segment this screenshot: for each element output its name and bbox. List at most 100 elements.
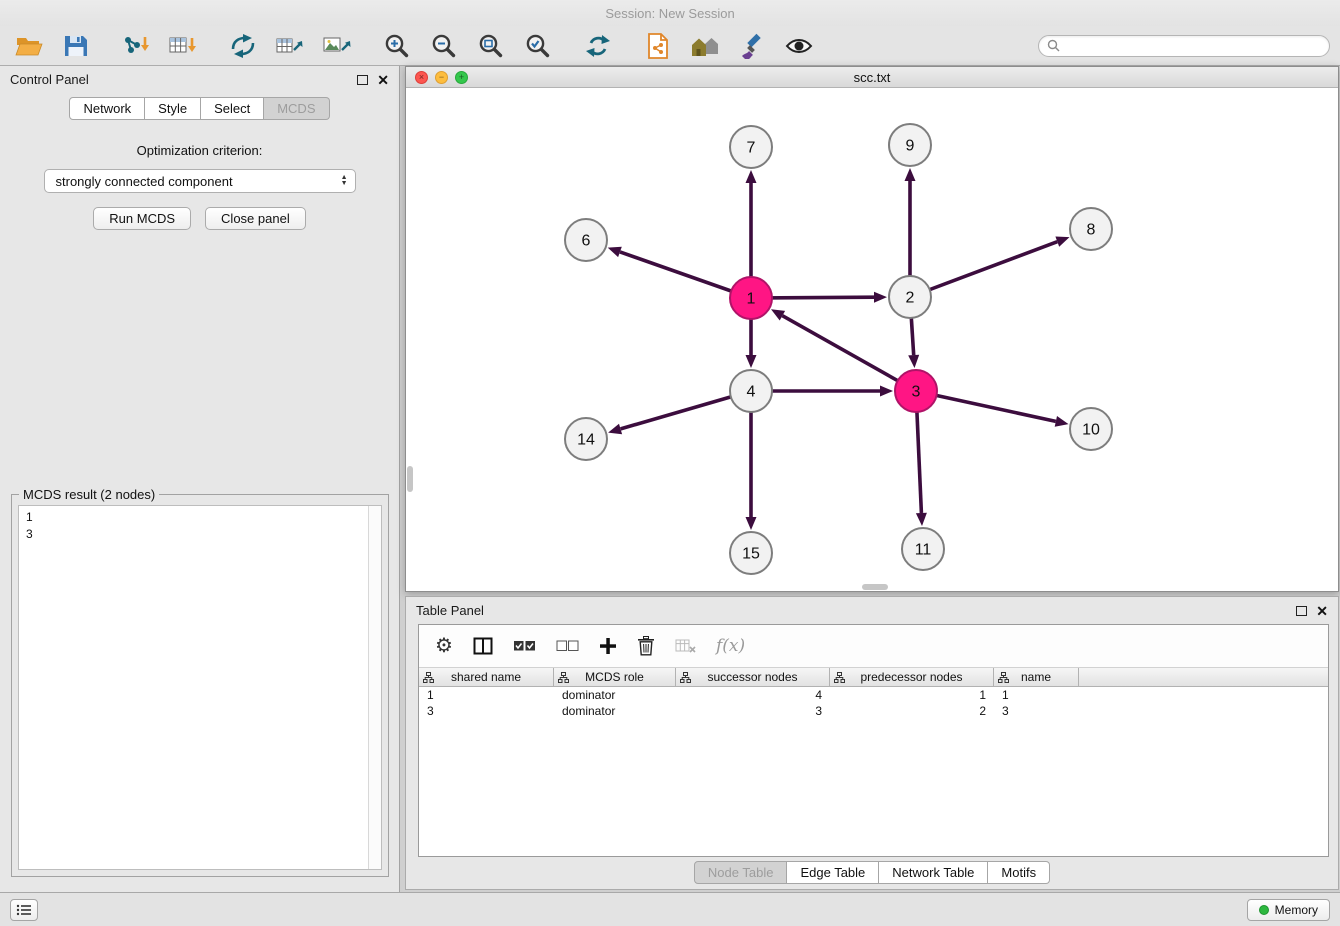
graph-edge-arrowhead: [880, 386, 893, 397]
show-hide-button[interactable]: [780, 30, 818, 62]
floppy-disk-icon: [63, 34, 89, 58]
unselect-all-icon: [556, 639, 579, 653]
mcds-result-item[interactable]: 3: [26, 526, 365, 543]
zoom-selected-button[interactable]: [519, 30, 557, 62]
refresh-view-button[interactable]: [579, 30, 617, 62]
column-header-name[interactable]: name: [994, 668, 1079, 686]
vertical-scrollbar-thumb[interactable]: [407, 466, 413, 492]
table-cell[interactable]: 2: [830, 703, 994, 719]
column-header-shared-name[interactable]: shared name: [419, 668, 554, 686]
console-button[interactable]: [10, 899, 38, 921]
table-settings-button[interactable]: ⚙: [435, 636, 453, 656]
close-panel-button[interactable]: Close panel: [205, 207, 306, 230]
table-cell[interactable]: 3: [419, 703, 554, 719]
zoom-out-button[interactable]: [425, 30, 463, 62]
import-network-icon: [121, 33, 151, 59]
network-file-button[interactable]: [639, 30, 677, 62]
column-header-MCDS-role[interactable]: MCDS role: [554, 668, 676, 686]
run-mcds-button[interactable]: Run MCDS: [93, 207, 191, 230]
close-table-panel-icon[interactable]: ✕: [1316, 605, 1328, 617]
table-cell[interactable]: dominator: [554, 703, 676, 719]
table-panel-header: Table Panel ✕: [406, 597, 1338, 624]
graph-node-label: 10: [1082, 422, 1100, 439]
refresh-icon: [584, 33, 612, 59]
application-window: Session: New Session: [0, 0, 1340, 926]
search-input[interactable]: [1065, 39, 1321, 53]
table-cell[interactable]: dominator: [554, 687, 676, 703]
tab-motifs[interactable]: Motifs: [988, 861, 1050, 884]
maximize-window-button[interactable]: +: [455, 71, 468, 84]
close-window-button[interactable]: ×: [415, 71, 428, 84]
tab-mcds[interactable]: MCDS: [264, 97, 329, 120]
task-list-icon: [16, 904, 32, 916]
float-panel-icon[interactable]: [357, 75, 368, 85]
tab-style[interactable]: Style: [145, 97, 201, 120]
memory-button[interactable]: Memory: [1247, 899, 1330, 921]
column-header-successor-nodes[interactable]: successor nodes: [676, 668, 830, 686]
zoom-out-icon: [431, 33, 457, 59]
table-row[interactable]: 3dominator323: [419, 703, 1328, 719]
export-image-button[interactable]: [318, 30, 356, 62]
table-cell[interactable]: 4: [676, 687, 830, 703]
zoom-group: [378, 30, 557, 62]
graph-edge-arrowhead: [608, 424, 622, 435]
show-columns-button[interactable]: [473, 637, 493, 655]
horizontal-scrollbar-thumb[interactable]: [862, 584, 888, 590]
graph-edge-arrowhead: [746, 517, 757, 530]
table-cell[interactable]: 1: [419, 687, 554, 703]
table-cell[interactable]: 3: [676, 703, 830, 719]
export-table-button[interactable]: [271, 30, 309, 62]
graph-node-label: 4: [747, 384, 756, 401]
graph-edge-2-8[interactable]: [910, 242, 1057, 297]
optimization-criterion-label: Optimization criterion:: [0, 143, 399, 158]
import-table-button[interactable]: [164, 30, 202, 62]
graph-edge-3-1[interactable]: [782, 316, 916, 391]
add-row-button[interactable]: [599, 637, 617, 655]
zoom-in-button[interactable]: [378, 30, 416, 62]
unselect-all-columns-button[interactable]: [556, 639, 579, 653]
delete-table-button[interactable]: [675, 638, 696, 654]
export-network-icon: [229, 33, 257, 59]
tab-edge-table[interactable]: Edge Table: [787, 861, 879, 884]
graph-edge-arrowhead: [874, 292, 887, 303]
trash-icon: [637, 636, 655, 656]
network-document-icon: [646, 32, 670, 60]
table-cell[interactable]: 1: [994, 687, 1079, 703]
column-header-predecessor-nodes[interactable]: predecessor nodes: [830, 668, 994, 686]
function-builder-button[interactable]: f(x): [716, 636, 745, 656]
table-cell[interactable]: 3: [994, 703, 1079, 719]
criterion-select[interactable]: strongly connected component ▲▼: [44, 169, 356, 193]
home-icon: [690, 34, 720, 58]
zoom-fit-button[interactable]: [472, 30, 510, 62]
import-network-button[interactable]: [117, 30, 155, 62]
table-cell[interactable]: 1: [830, 687, 994, 703]
save-session-button[interactable]: [57, 30, 95, 62]
network-canvas[interactable]: 7968124314101511: [406, 88, 1338, 591]
criterion-selected-value: strongly connected component: [56, 174, 233, 189]
tab-node-table[interactable]: Node Table: [694, 861, 788, 884]
minimize-window-button[interactable]: −: [435, 71, 448, 84]
open-session-button[interactable]: [10, 30, 48, 62]
apply-style-button[interactable]: [733, 30, 771, 62]
export-network-button[interactable]: [224, 30, 262, 62]
tab-select[interactable]: Select: [201, 97, 264, 120]
mcds-result-title: MCDS result (2 nodes): [19, 487, 159, 502]
table-row[interactable]: 1dominator411: [419, 687, 1328, 703]
delete-row-button[interactable]: [637, 636, 655, 656]
mcds-result-item[interactable]: 1: [26, 509, 365, 526]
graph-node-label: 11: [915, 542, 932, 559]
select-all-columns-button[interactable]: [513, 639, 536, 653]
result-scrollbar[interactable]: [368, 506, 381, 869]
close-panel-icon[interactable]: ✕: [377, 74, 389, 86]
eye-icon: [785, 35, 813, 57]
graph-node-label: 14: [577, 432, 595, 449]
graph-node-label: 6: [582, 233, 591, 250]
table-panel: Table Panel ✕ ⚙: [405, 596, 1339, 890]
search-box[interactable]: [1038, 35, 1330, 57]
paintbrush-icon: [739, 33, 765, 59]
float-table-panel-icon[interactable]: [1296, 606, 1307, 616]
select-all-icon: [513, 639, 536, 653]
home-button[interactable]: [686, 30, 724, 62]
tab-network[interactable]: Network: [69, 97, 145, 120]
tab-network-table[interactable]: Network Table: [879, 861, 988, 884]
